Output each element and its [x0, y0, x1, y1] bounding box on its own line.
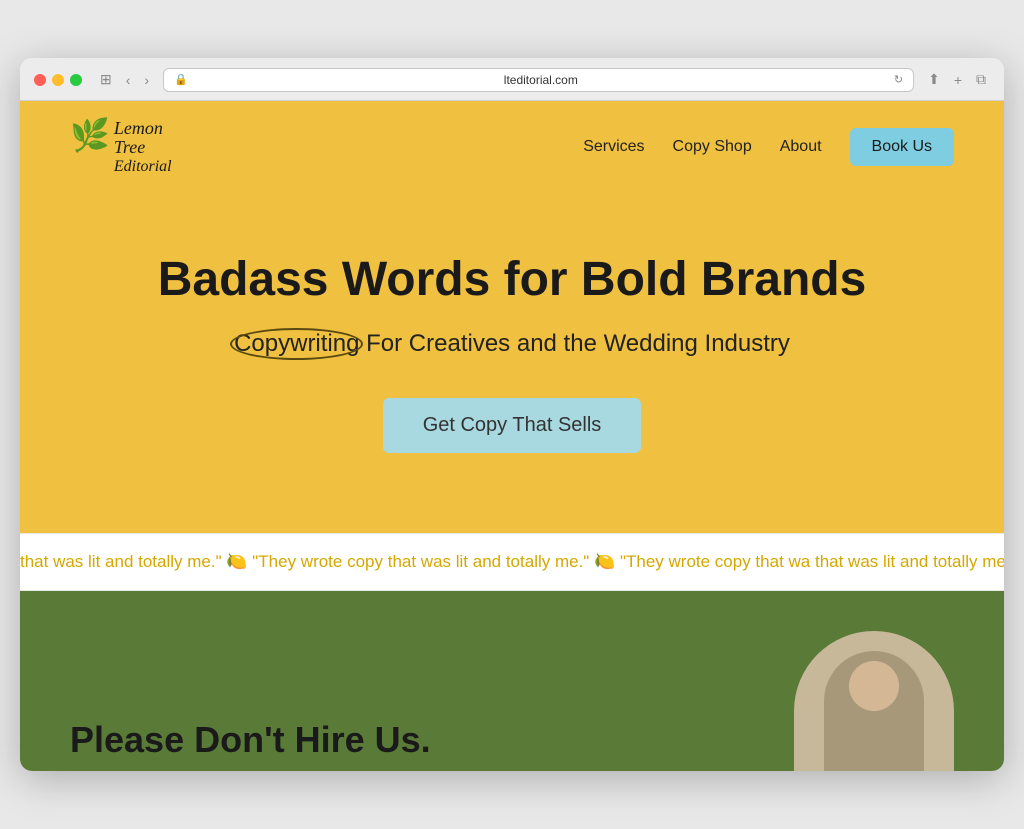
green-content: Please Don't Hire Us. [70, 631, 954, 771]
logo-line2: Tree [114, 138, 172, 158]
new-tab-button[interactable]: + [950, 70, 966, 90]
logo-leaf-icon: 🌿 [70, 119, 110, 151]
person-image [794, 631, 954, 771]
green-section: Please Don't Hire Us. [20, 591, 1004, 771]
cta-button[interactable]: Get Copy That Sells [383, 398, 642, 453]
logo: 🌿 Lemon Tree Editorial [70, 119, 172, 176]
hero-subtitle: Copywriting For Creatives and the Weddin… [100, 330, 924, 358]
hero-title: Badass Words for Bold Brands [100, 254, 924, 307]
minimize-button[interactable] [52, 74, 64, 86]
share-button[interactable]: ⬆ [924, 69, 944, 90]
logo-line3: Editorial [114, 158, 172, 176]
nav-services[interactable]: Services [583, 138, 644, 156]
hero-subtitle-highlight: Copywriting [234, 330, 359, 358]
copywriting-text: Copywriting [234, 330, 359, 357]
person-placeholder [794, 631, 954, 771]
browser-actions: ⬆ + ⧉ [924, 69, 990, 90]
hero-section: Badass Words for Bold Brands Copywriting… [20, 194, 1004, 534]
browser-chrome: ⊞ ‹ › 🔒 ↻ ⬆ + ⧉ [20, 58, 1004, 101]
site-header: 🌿 Lemon Tree Editorial Services Copy Sho… [20, 101, 1004, 194]
nav-copy-shop[interactable]: Copy Shop [673, 138, 752, 156]
address-bar-input[interactable] [194, 73, 888, 87]
traffic-lights [34, 74, 82, 86]
windows-button[interactable]: ⧉ [972, 69, 990, 90]
lock-icon: 🔒 [174, 73, 188, 86]
back-button[interactable]: ‹ [122, 70, 135, 90]
website-content: 🌿 Lemon Tree Editorial Services Copy Sho… [20, 101, 1004, 772]
browser-controls: ⊞ ‹ › [96, 69, 153, 90]
logo-line1: Lemon [114, 119, 172, 139]
close-button[interactable] [34, 74, 46, 86]
ticker-section: that was lit and totally me." 🍋 "They wr… [20, 533, 1004, 591]
forward-button[interactable]: › [140, 70, 153, 90]
person-figure [824, 651, 924, 771]
ticker-content: that was lit and totally me." 🍋 "They wr… [20, 552, 1004, 572]
hero-subtitle-rest: For Creatives and the Wedding Industry [359, 330, 789, 357]
reload-icon[interactable]: ↻ [894, 73, 903, 86]
green-section-title: Please Don't Hire Us. [70, 719, 431, 771]
nav-about[interactable]: About [780, 138, 822, 156]
book-us-button[interactable]: Book Us [850, 128, 954, 166]
fullscreen-button[interactable] [70, 74, 82, 86]
address-bar-container[interactable]: 🔒 ↻ [163, 68, 914, 92]
browser-window: ⊞ ‹ › 🔒 ↻ ⬆ + ⧉ 🌿 Lemon Tree [20, 58, 1004, 772]
site-nav: Services Copy Shop About Book Us [583, 128, 954, 166]
logo-text: Lemon Tree Editorial [114, 119, 172, 176]
person-head [849, 661, 899, 711]
browser-toolbar: ⊞ ‹ › 🔒 ↻ ⬆ + ⧉ [34, 68, 990, 92]
sidebar-toggle-button[interactable]: ⊞ [96, 69, 116, 90]
ticker-text: that was lit and totally me." 🍋 "They wr… [20, 552, 1004, 571]
